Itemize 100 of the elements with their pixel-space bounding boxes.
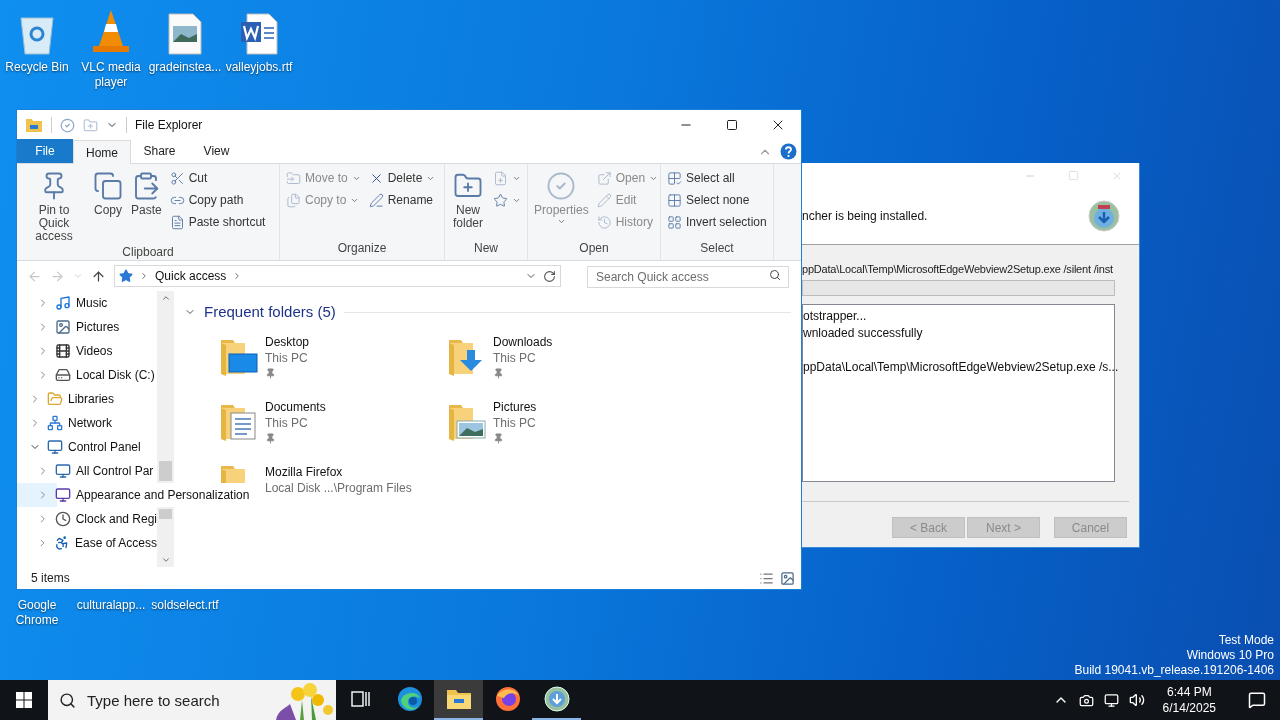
installer-icon xyxy=(1087,199,1121,233)
clock-icon xyxy=(54,511,71,527)
search-field[interactable]: Search Quick access xyxy=(587,266,789,288)
clock-date[interactable]: 6/14/2025 xyxy=(1162,700,1216,716)
log-line: wnloaded successfully xyxy=(803,325,924,342)
system-info-text: Test Mode xyxy=(1218,633,1274,648)
volume-icon[interactable] xyxy=(1128,692,1145,708)
folder-location: This PC xyxy=(493,414,537,431)
group-label: Select xyxy=(699,240,735,257)
properties-icon[interactable] xyxy=(60,117,75,133)
group-label: Clipboard xyxy=(121,244,175,261)
windows-logo-icon xyxy=(16,692,32,708)
ribbon-button[interactable]: Delete xyxy=(366,168,438,188)
image-file-icon xyxy=(167,12,203,56)
ribbon-button[interactable]: New folder xyxy=(449,168,487,230)
search-icon xyxy=(59,691,76,709)
folder-arrow-icon xyxy=(286,170,301,186)
clock-time[interactable]: 6:44 PM xyxy=(1166,684,1212,700)
edge-logo-icon xyxy=(396,686,423,712)
desktop-icon-label[interactable]: gradeinstea... xyxy=(148,60,222,75)
tree-item[interactable]: Control Panel xyxy=(17,435,157,459)
ribbon-button[interactable]: Paste shortcut xyxy=(167,212,268,232)
details-view-icon[interactable] xyxy=(759,570,774,586)
chevron-icon[interactable] xyxy=(139,271,149,281)
network-icon[interactable] xyxy=(1103,692,1119,708)
desktop-icon-label[interactable]: culturalapp... xyxy=(76,598,146,628)
ribbon-button[interactable]: Select all xyxy=(665,168,769,188)
files-icon xyxy=(286,192,301,208)
desktop-icon-label[interactable]: valleyjobs.rtf xyxy=(225,60,293,75)
help-icon[interactable] xyxy=(780,143,797,160)
new-folder-icon[interactable] xyxy=(83,117,98,133)
grid-icon xyxy=(667,192,682,208)
folder-name: Downloads xyxy=(493,333,553,350)
tree-item[interactable]: Clock and Regi xyxy=(17,507,157,531)
image-icon xyxy=(55,319,71,335)
installer-icon xyxy=(543,686,570,712)
ribbon-tab[interactable]: View xyxy=(188,139,245,163)
scrollbar-thumb[interactable] xyxy=(159,509,172,519)
folder-location: This PC xyxy=(265,414,309,431)
word-document-icon xyxy=(239,12,279,56)
tree-item[interactable]: Network xyxy=(17,411,157,435)
ribbon-button[interactable]: Paste xyxy=(129,168,164,217)
scroll-down-icon[interactable] xyxy=(160,555,171,565)
tree-item[interactable]: Videos xyxy=(17,339,157,363)
taskbar-app[interactable] xyxy=(434,680,483,720)
folder-name: Pictures xyxy=(493,398,537,415)
forward-icon[interactable] xyxy=(50,268,65,284)
control-panel-icon xyxy=(55,463,71,479)
system-info-text: Windows 10 Pro xyxy=(1186,648,1274,663)
desktop-icon-label[interactable]: soldselect.rtf xyxy=(151,598,219,628)
back-icon[interactable] xyxy=(27,268,42,284)
group-label: Organize xyxy=(336,240,388,257)
camera-icon[interactable] xyxy=(1078,692,1094,708)
folder-icon xyxy=(221,465,245,484)
ribbon-tab[interactable]: Share xyxy=(131,139,188,163)
refresh-icon[interactable] xyxy=(543,269,556,283)
caret-icon xyxy=(556,217,566,226)
ribbon-button[interactable]: Select none xyxy=(665,190,769,210)
section-title[interactable]: Frequent folders (5) xyxy=(204,301,336,324)
desktop-icon-label[interactable]: VLC media player xyxy=(74,60,148,90)
scrollbar-thumb[interactable] xyxy=(159,461,172,481)
folder-icon xyxy=(445,688,472,710)
tree-item[interactable]: All Control Par xyxy=(17,459,157,483)
ribbon-button[interactable]: Rename xyxy=(366,190,438,210)
search-icon[interactable] xyxy=(769,269,781,281)
music-note-icon xyxy=(55,295,71,311)
up-icon[interactable] xyxy=(91,268,106,284)
group-label: New xyxy=(473,240,499,257)
notifications-icon[interactable] xyxy=(1248,691,1266,709)
check-icon xyxy=(546,171,577,201)
tree-item[interactable]: Ease of Access xyxy=(17,531,157,555)
ribbon-button[interactable]: Copy path xyxy=(167,190,268,210)
large-icons-view-icon[interactable] xyxy=(780,570,795,586)
address-text[interactable]: Quick access xyxy=(155,267,227,285)
scroll-up-icon[interactable] xyxy=(160,293,171,303)
group-label: Open xyxy=(578,240,610,257)
firefox-logo-icon xyxy=(494,686,521,712)
address-bar[interactable]: Quick access xyxy=(114,265,561,287)
tree-item[interactable]: Music xyxy=(17,291,157,315)
scissors-icon xyxy=(169,170,185,186)
tree-item[interactable]: Pictures xyxy=(17,315,157,339)
maximize-icon xyxy=(726,119,738,131)
ribbon-tab[interactable]: Home xyxy=(73,140,131,164)
ribbon-button[interactable]: Copy xyxy=(91,168,125,217)
film-icon xyxy=(55,343,71,359)
ribbon-button[interactable]: Cut xyxy=(167,168,268,188)
folder-location: This PC xyxy=(493,349,537,366)
pencil-icon xyxy=(596,192,612,208)
tree-item[interactable]: Local Disk (C:) xyxy=(17,363,157,387)
taskbar-search-field[interactable]: Type here to search xyxy=(87,680,256,720)
star-icon xyxy=(119,269,133,283)
tree-item[interactable]: Libraries xyxy=(17,387,157,411)
grid-icon xyxy=(667,214,682,230)
desktop-icon-label[interactable]: Google Chrome xyxy=(0,598,74,628)
grid-icon xyxy=(667,170,682,186)
ribbon-button[interactable]: Pin to Quick access xyxy=(21,168,87,243)
new-file-icon xyxy=(493,170,508,186)
ribbon-tab[interactable]: File xyxy=(17,139,73,163)
ribbon-button[interactable]: Invert selection xyxy=(665,212,769,232)
command-text: ppData\Local\Temp\MicrosoftEdgeWebview2Setup.exe /silent /inst xyxy=(802,263,1113,275)
